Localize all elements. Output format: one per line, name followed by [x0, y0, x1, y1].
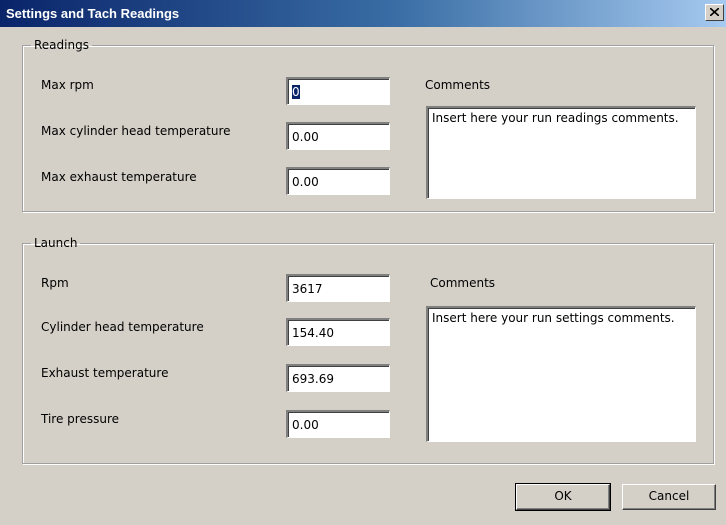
- max-exhaust-temp-input[interactable]: 0.00: [286, 167, 390, 195]
- max-cylinder-head-temp-label: Max cylinder head temperature: [41, 124, 231, 138]
- readings-legend: Readings: [34, 38, 89, 52]
- readings-comments-label: Comments: [425, 78, 491, 92]
- ok-button[interactable]: OK: [515, 483, 611, 511]
- close-icon: [710, 8, 719, 16]
- window-title: Settings and Tach Readings: [6, 6, 180, 21]
- readings-comments-textarea[interactable]: Insert here your run readings comments.: [426, 106, 696, 199]
- max-cylinder-head-temp-input[interactable]: 0.00: [286, 122, 390, 150]
- cylinder-head-temp-label: Cylinder head temperature: [41, 320, 204, 334]
- exhaust-temp-input[interactable]: 693.69: [286, 364, 390, 392]
- tire-pressure-label: Tire pressure: [41, 412, 119, 426]
- tire-pressure-input[interactable]: 0.00: [286, 410, 390, 438]
- launch-comments-label: Comments: [430, 276, 496, 290]
- launch-comments-textarea[interactable]: Insert here your run settings comments.: [426, 306, 696, 442]
- cancel-button[interactable]: Cancel: [622, 484, 716, 510]
- max-rpm-input[interactable]: 0: [286, 77, 390, 105]
- rpm-input[interactable]: 3617: [286, 274, 390, 302]
- launch-legend: Launch: [34, 236, 78, 250]
- max-rpm-label: Max rpm: [41, 78, 94, 92]
- max-rpm-value: 0: [292, 85, 300, 99]
- exhaust-temp-label: Exhaust temperature: [41, 366, 169, 380]
- close-button[interactable]: [705, 4, 724, 21]
- cylinder-head-temp-input[interactable]: 154.40: [286, 318, 390, 346]
- title-bar: Settings and Tach Readings: [0, 0, 726, 27]
- max-exhaust-temp-label: Max exhaust temperature: [41, 170, 197, 184]
- rpm-label: Rpm: [41, 276, 69, 290]
